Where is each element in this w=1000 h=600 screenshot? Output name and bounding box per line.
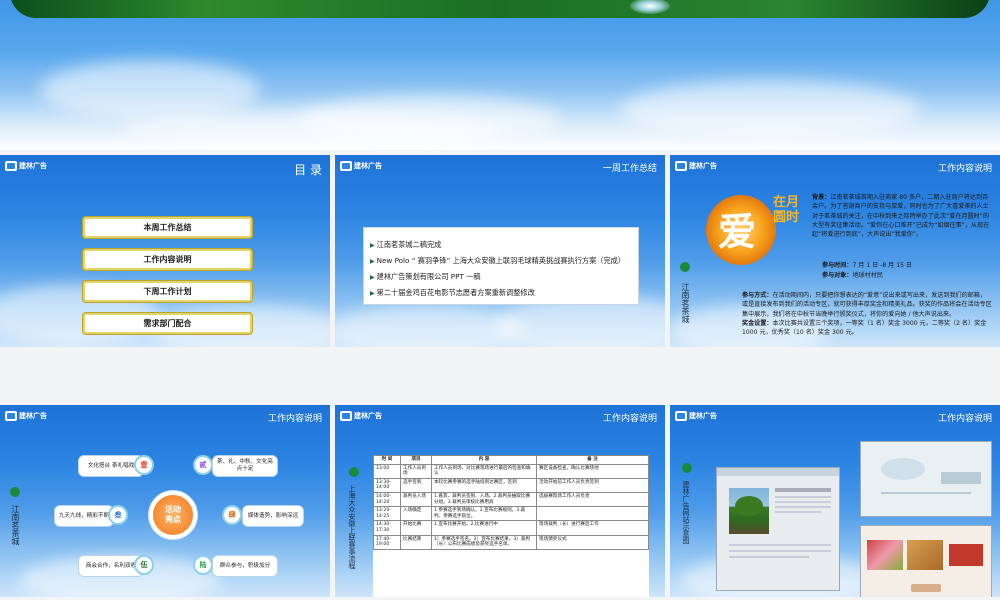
- website-screenshot-1: [716, 467, 840, 591]
- slide-weekly-summary[interactable]: 建林广告 一周工作总结 ▶ 江南茗茶城二稿完成 ▶ New Polo “ 赛羽争锋”…: [335, 155, 665, 347]
- logo-icon: [675, 411, 687, 421]
- company-logo: 建林广告: [5, 411, 47, 421]
- highlight-number-1: 壹: [134, 455, 154, 475]
- slide-tea-city-activity[interactable]: 建林广告 工作内容说明 爱 在月圆时 江南茗茶城 背景：江南茗茶城首期入驻商家 …: [670, 155, 1000, 347]
- slide-event-schedule[interactable]: 建林广告 工作内容说明 上海大众安徽上联赛事流程 时 间 项目 内 容 备 注 …: [335, 405, 665, 597]
- top-slide[interactable]: [0, 0, 1000, 150]
- bullet-icon: ▶: [370, 242, 375, 249]
- list-item: ▶ 第二十届金鸡百花电影节志愿者方案重新调整修改: [370, 288, 535, 297]
- website-screenshot-3: [860, 525, 992, 597]
- logo-icon: [340, 411, 352, 421]
- table-row: 13:00 工作人员到场 工作人员到场，对比赛现场进行最后的检查和确认 赛区设备检查，…: [373, 463, 649, 479]
- logo-text: 建林广告: [19, 162, 47, 170]
- slide-title: 目 录: [294, 163, 322, 177]
- side-title: 建林广告网站示意图: [682, 481, 690, 544]
- bullet-icon: ▶: [370, 290, 375, 297]
- green-marker: [10, 487, 20, 497]
- logo-text: 建林广告: [19, 412, 47, 420]
- method-text: 参与方式：在活动期间内，只要把你想表达的“爱意”说出来或写出来，发送到我们的邮箱…: [742, 292, 992, 337]
- slide-title: 工作内容说明: [937, 414, 992, 424]
- green-marker: [349, 467, 359, 477]
- logo-icon: [340, 161, 352, 171]
- love-character: 爱: [718, 209, 757, 254]
- company-logo: 建林广告: [5, 161, 47, 171]
- company-logo: 建林广告: [340, 161, 382, 171]
- green-marker: [680, 262, 690, 272]
- highlight-number-6: 陆: [193, 555, 213, 575]
- slide-contents[interactable]: 建林广告 目 录 本周工作总结 工作内容说明 下周工作计划 需求部门配合: [0, 155, 330, 347]
- highlight-number-5: 伍: [134, 555, 154, 575]
- background-text: 背景：江南茗茶城首期入驻商家 80 多户，二期入驻商户将达到百余户。为了答谢商户…: [812, 194, 990, 239]
- column-header: 项目: [400, 455, 432, 465]
- menu-item-summary[interactable]: 本周工作总结: [83, 217, 252, 238]
- schedule-table-panel: 时 间 项目 内 容 备 注 13:00 工作人员到场 工作人员到场，对比赛现场进行…: [373, 455, 649, 597]
- logo-text: 建林广告: [689, 162, 717, 170]
- highlight-box-6: 群众参与，积极加分: [212, 555, 278, 577]
- slide-title: 工作内容说明: [267, 414, 322, 424]
- target-text: 参与对象：地球村村民: [822, 272, 883, 279]
- time-text: 参与时间：7 月 1 日 -8 月 15 日: [822, 262, 912, 269]
- highlight-number-3: 叁: [108, 505, 128, 525]
- column-header: 备 注: [536, 455, 649, 465]
- logo-icon: [5, 161, 17, 171]
- highlight-number-4: 肆: [222, 505, 242, 525]
- table-row: 13:30-14:00 选手签到 本轮比赛参赛的选手陆续到达赛区，签到 活动开始前工作…: [373, 477, 649, 493]
- column-header: 时 间: [373, 455, 401, 465]
- slide-title: 工作内容说明: [602, 414, 657, 424]
- table-header: 时 间 项目 内 容 备 注: [373, 455, 649, 465]
- schedule-table: 时 间 项目 内 容 备 注 13:00 工作人员到场 工作人员到场，对比赛现场进行…: [373, 455, 649, 550]
- logo-text: 建林广告: [354, 412, 382, 420]
- list-item: ▶ New Polo “ 赛羽争锋” 上海大众安徽上联羽毛球精英挑战赛执行方案（完…: [370, 256, 626, 265]
- highlight-box-4: 媒体造势，影响深远: [242, 505, 304, 527]
- list-item: ▶ 江南茗茶城二稿完成: [370, 240, 442, 249]
- green-banner: [10, 0, 990, 18]
- table-row: 17:40-19:00 比赛结束 1）参赛选手签名。2）宣布比赛结果。3）裁判（长）…: [373, 534, 649, 550]
- summary-list: ▶ 江南茗茶城二稿完成 ▶ New Polo “ 赛羽争锋” 上海大众安徽上联羽毛球…: [363, 227, 639, 305]
- table-row: 14:30-17:30 开始比赛 1.宣布比赛开始。2.比赛进行中 现场裁判（长）进行…: [373, 520, 649, 536]
- moon-calligraphy: 在月圆时: [773, 195, 800, 225]
- logo-text: 建林广告: [689, 412, 717, 420]
- highlight-box-2: 茶、礼、中秋、文化亮点十足: [212, 455, 278, 477]
- highlight-number-2: 贰: [193, 455, 213, 475]
- column-header: 内 容: [431, 455, 537, 465]
- logo-text: 建林广告: [354, 162, 382, 170]
- side-title: 江南茗茶城: [11, 505, 20, 545]
- slide-activity-highlights[interactable]: 建林广告 工作内容说明 江南茗茶城 活动 亮点 文化搭台 茶礼唱戏 壹 贰 茶、…: [0, 405, 330, 597]
- slide-website-mockups[interactable]: 建林广告 工作内容说明 建林广告网站示意图: [670, 405, 1000, 597]
- side-title: 江南茗茶城: [681, 283, 690, 323]
- menu-item-plan[interactable]: 下周工作计划: [83, 281, 252, 302]
- slide-title: 工作内容说明: [937, 164, 992, 174]
- bullet-icon: ▶: [370, 274, 375, 281]
- table-row: 13:20-14:25 入场确定 1.参赛选手到场确认。2.宣布比赛规则。3.裁判、…: [373, 506, 649, 522]
- tree-photo: [729, 488, 769, 534]
- highlight-box-3: 九天九线，精彩不断: [54, 505, 114, 527]
- hub-circle: 活动 亮点: [149, 491, 197, 539]
- logo-icon: [5, 411, 17, 421]
- side-title: 上海大众安徽上联赛事流程: [348, 485, 356, 569]
- table-row: 14:00-14:20 裁判员入场 1.嘉宾、裁判员签到、入场。2.裁判员抽取比赛分…: [373, 491, 649, 508]
- company-logo: 建林广告: [675, 161, 717, 171]
- bullet-icon: ▶: [370, 258, 375, 265]
- list-item: ▶ 建林广告策划有限公司 PPT 一稿: [370, 272, 481, 281]
- slide-title: 一周工作总结: [602, 164, 657, 174]
- green-marker: [682, 463, 692, 473]
- company-logo: 建林广告: [340, 411, 382, 421]
- menu-item-support[interactable]: 需求部门配合: [83, 313, 252, 334]
- love-logo: 爱: [706, 195, 776, 265]
- menu-item-content[interactable]: 工作内容说明: [83, 249, 252, 270]
- company-logo: 建林广告: [675, 411, 717, 421]
- logo-icon: [675, 161, 687, 171]
- website-screenshot-2: [860, 441, 992, 517]
